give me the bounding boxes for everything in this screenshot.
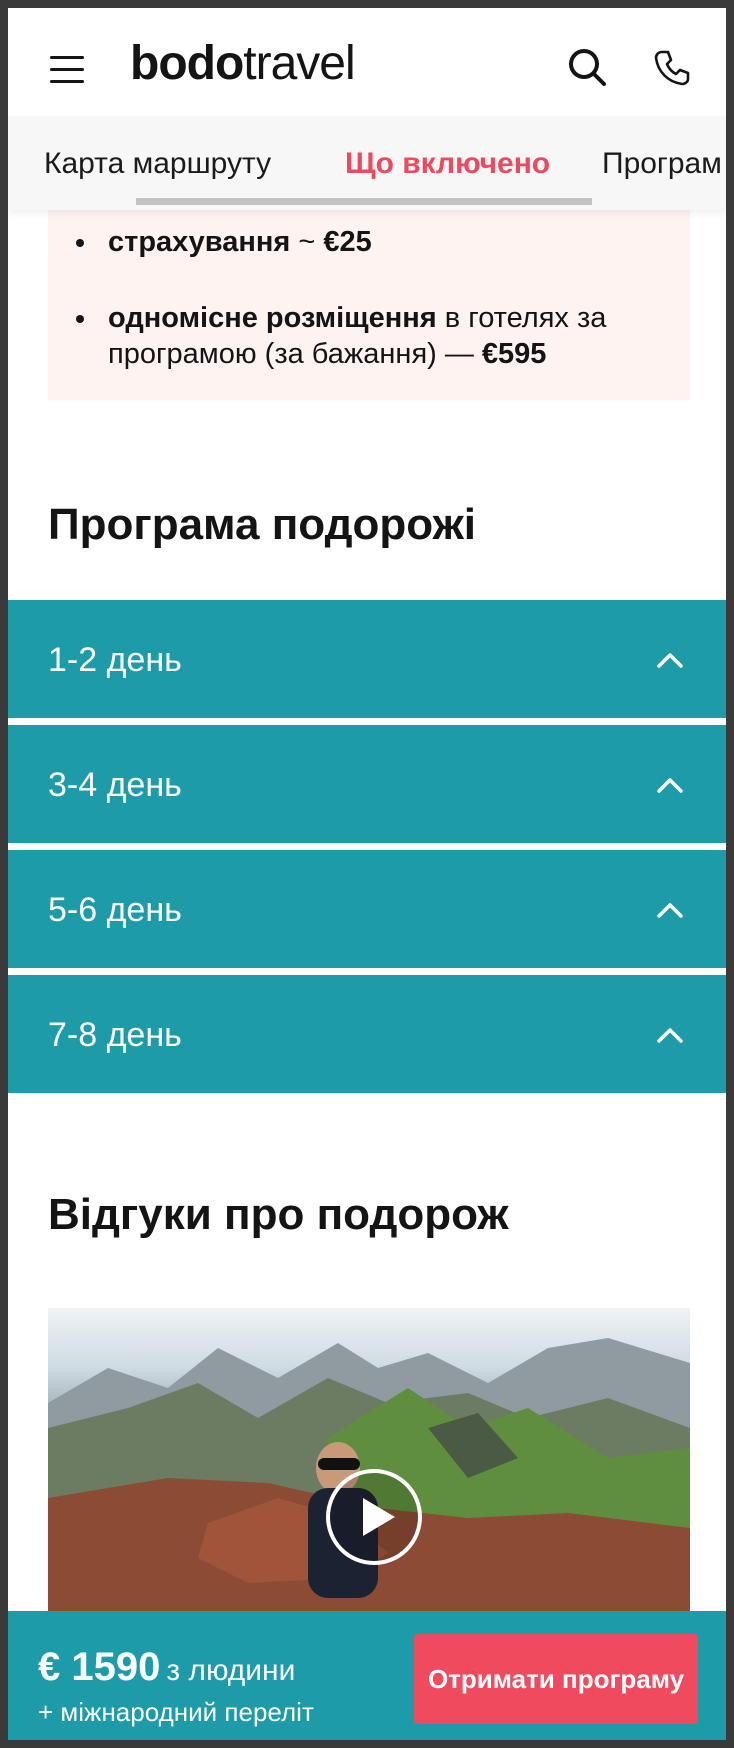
logo-bold: bodo bbox=[130, 37, 244, 90]
day-accordion-1-2[interactable]: 1-2 день bbox=[8, 600, 726, 718]
extra-name: одномісне розміщення bbox=[108, 302, 437, 334]
extra-price: €595 bbox=[481, 338, 547, 370]
chevron-up-icon bbox=[657, 903, 683, 918]
tab-whats-included[interactable]: Що включено bbox=[345, 146, 550, 182]
phone-screen: Карта маршруту Що включено Програм bodot… bbox=[8, 8, 726, 1740]
program-title: Програма подорожі bbox=[48, 500, 476, 549]
tabs-scroll-indicator[interactable] bbox=[136, 198, 592, 205]
play-icon[interactable] bbox=[325, 1468, 423, 1566]
chevron-up-icon bbox=[657, 1028, 683, 1043]
accordion-label: 1-2 день bbox=[48, 641, 182, 679]
extras-list: страхування ~ €25 одномісне розміщення в… bbox=[48, 224, 690, 372]
get-program-button[interactable]: Отримати програму bbox=[414, 1634, 698, 1724]
site-header: bodotravel bbox=[8, 8, 726, 116]
extra-text: ~ bbox=[290, 226, 324, 258]
day-accordion-7-8[interactable]: 7-8 день bbox=[8, 975, 726, 1093]
list-item: страхування ~ €25 bbox=[48, 224, 690, 260]
section-tabs: Карта маршруту Що включено Програм bbox=[8, 116, 726, 210]
flight-note: + міжнародний переліт bbox=[38, 1697, 314, 1727]
tab-route-map[interactable]: Карта маршруту bbox=[44, 146, 271, 182]
menu-icon[interactable] bbox=[50, 56, 84, 84]
logo-regular: travel bbox=[243, 37, 355, 90]
day-accordion-5-6[interactable]: 5-6 день bbox=[8, 850, 726, 968]
day-accordion-3-4[interactable]: 3-4 день bbox=[8, 725, 726, 843]
reviews-title: Відгуки про подорож bbox=[48, 1190, 509, 1239]
accordion-label: 7-8 день bbox=[48, 1016, 182, 1054]
review-video-thumbnail[interactable] bbox=[48, 1308, 690, 1638]
price-per-person: з людини bbox=[166, 1654, 296, 1687]
extra-price: €25 bbox=[323, 226, 372, 258]
price-amount: € 1590 bbox=[38, 1645, 161, 1689]
logo[interactable]: bodotravel bbox=[130, 34, 356, 94]
chevron-up-icon bbox=[657, 653, 683, 668]
chevron-up-icon bbox=[657, 778, 683, 793]
accordion-label: 5-6 день bbox=[48, 891, 182, 929]
tab-program[interactable]: Програм bbox=[602, 146, 722, 182]
search-icon[interactable] bbox=[564, 44, 612, 92]
price-bottom-bar: € 1590 з людини + міжнародний переліт Отр… bbox=[8, 1611, 726, 1740]
price-block: € 1590 з людини bbox=[38, 1645, 295, 1693]
accordion-label: 3-4 день bbox=[48, 766, 182, 804]
phone-icon[interactable] bbox=[648, 44, 696, 92]
extra-name: страхування bbox=[108, 226, 291, 258]
list-item: одномісне розміщення в готелях за програ… bbox=[48, 300, 690, 372]
